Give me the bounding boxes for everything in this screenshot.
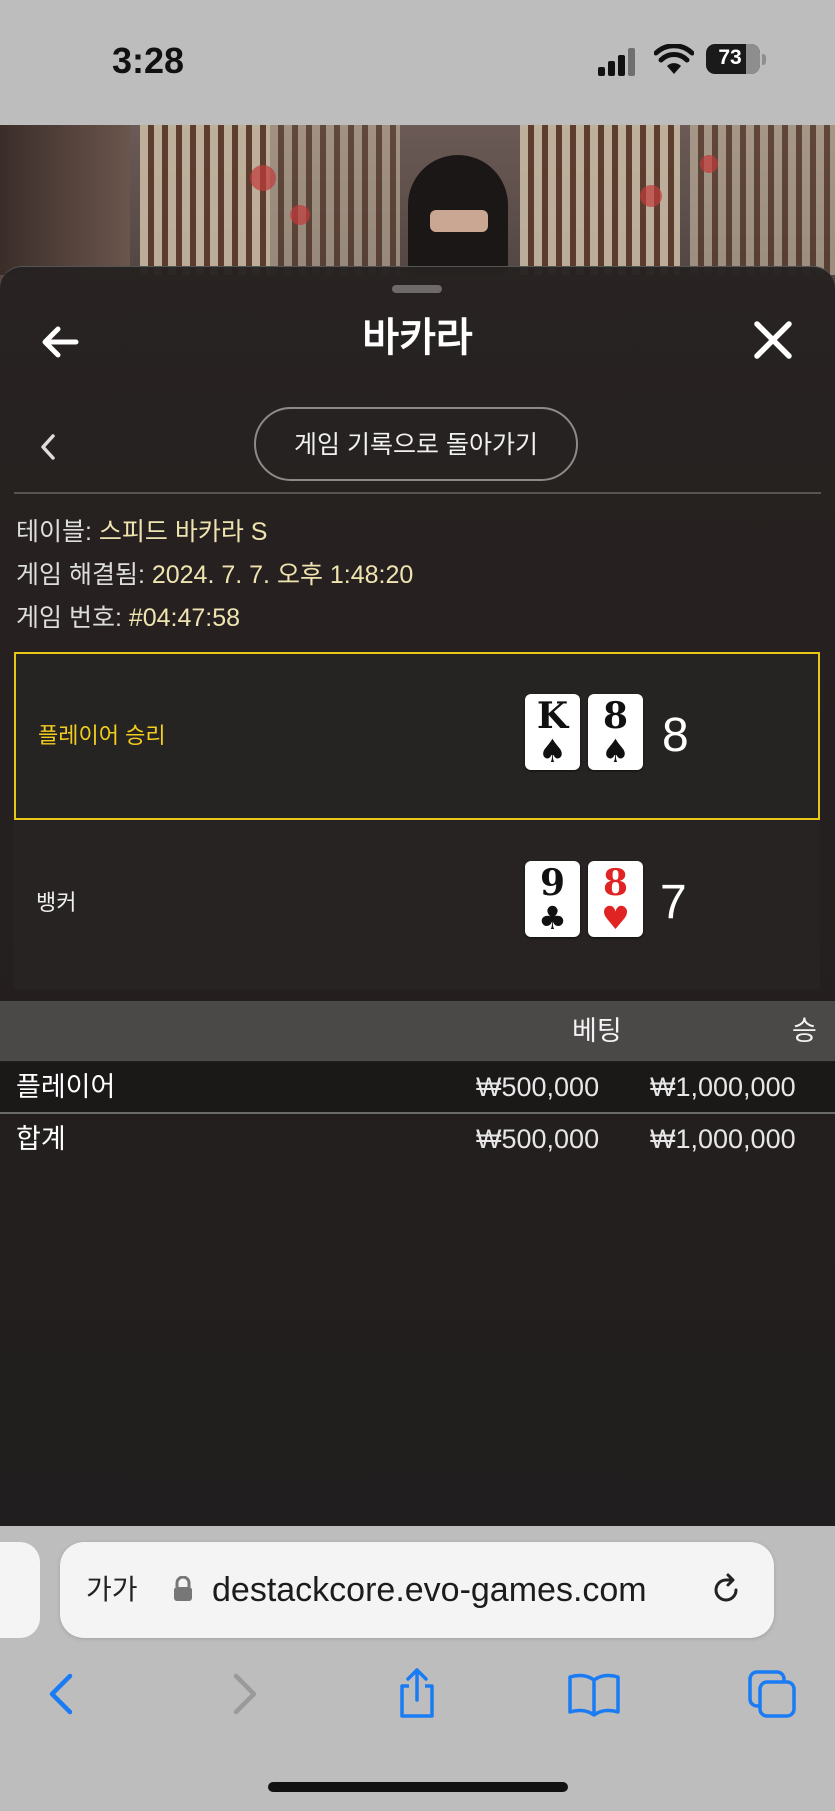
card-rank: 8 [602, 695, 629, 737]
chevron-left-icon[interactable] [34, 427, 62, 467]
banker-score: 7 [660, 876, 687, 929]
playing-card: 8 ♥ [588, 861, 643, 937]
lock-icon [174, 1576, 192, 1601]
home-indicator[interactable] [268, 1782, 568, 1792]
heart-icon: ♥ [601, 899, 630, 937]
bet-amount: ₩500,000 [476, 1124, 600, 1154]
banker-result-row: 뱅커 9 ♣ 8 ♥ 7 [14, 821, 820, 989]
tabs-icon[interactable] [744, 1666, 800, 1722]
player-result-row: 플레이어 승리 K ♠ 8 ♠ 8 [14, 652, 820, 820]
close-icon[interactable] [748, 315, 798, 365]
wifi-icon [654, 44, 694, 74]
battery-percent: 73 [718, 46, 742, 69]
spade-icon: ♠ [601, 732, 630, 770]
reload-icon[interactable] [708, 1572, 744, 1608]
total-label: 합계 [16, 1124, 66, 1154]
bets-table-header: 베팅 승 [0, 1001, 835, 1061]
playing-card: 8 ♠ [588, 694, 643, 770]
player-win-label: 플레이어 승리 [38, 723, 166, 748]
playing-card: 9 ♣ [525, 861, 580, 937]
info-value: 2024. 7. 7. 오후 1:48:20 [151, 561, 414, 589]
previous-tab-stub[interactable] [0, 1542, 40, 1638]
browser-chrome: 가가 destackcore.evo-games.com [0, 1526, 835, 1811]
win-amount: ₩1,000,000 [650, 1072, 796, 1102]
game-detail-sheet: 바카라 게임 기록으로 돌아가기 테이블: 스피드 바카라 S 게임 해결됨: … [0, 266, 835, 1527]
win-amount: ₩1,000,000 [650, 1124, 796, 1154]
back-to-history-button[interactable]: 게임 기록으로 돌아가기 [254, 407, 578, 481]
address-bar[interactable]: 가가 destackcore.evo-games.com [60, 1542, 774, 1638]
resolved-time-info: 게임 해결됨: 2024. 7. 7. 오후 1:48:20 [16, 555, 413, 591]
forward-icon[interactable] [214, 1666, 270, 1722]
banker-label: 뱅커 [36, 890, 77, 915]
table-row: 플레이어 ₩500,000 ₩1,000,000 [0, 1062, 835, 1114]
clock: 3:28 [112, 40, 185, 81]
back-icon[interactable] [36, 1666, 92, 1722]
bet-amount: ₩500,000 [476, 1072, 600, 1102]
game-number-info: 게임 번호: #04:47:58 [16, 598, 240, 634]
bookmarks-icon[interactable] [566, 1666, 622, 1722]
bet-name: 플레이어 [16, 1072, 116, 1102]
table-row-total: 합계 ₩500,000 ₩1,000,000 [0, 1114, 835, 1164]
share-icon[interactable] [389, 1666, 445, 1722]
info-label: 게임 해결됨: [16, 561, 152, 589]
spade-icon: ♠ [538, 732, 567, 770]
page-title: 바카라 [362, 316, 473, 360]
bet-column-header: 베팅 [572, 1016, 622, 1046]
status-bar: 3:28 73 [0, 0, 835, 125]
info-label: 테이블: [16, 518, 99, 546]
info-value: 스피드 바카라 S [98, 518, 268, 546]
sheet-grabber[interactable] [392, 285, 442, 293]
info-label: 게임 번호: [16, 604, 129, 632]
card-rank: 9 [539, 862, 566, 904]
club-icon: ♣ [538, 899, 567, 937]
card-rank: K [536, 695, 569, 737]
cellular-signal-icon [598, 46, 638, 76]
playing-card: K ♠ [525, 694, 580, 770]
card-rank: 8 [602, 862, 629, 904]
divider [14, 492, 821, 494]
player-score: 8 [662, 709, 689, 762]
table-info: 테이블: 스피드 바카라 S [16, 512, 267, 548]
url-text[interactable]: destackcore.evo-games.com [212, 1542, 647, 1638]
win-column-header: 승 [792, 1016, 817, 1046]
battery-icon: 73 [706, 44, 760, 74]
info-value: #04:47:58 [128, 604, 241, 632]
text-size-button[interactable]: 가가 [86, 1542, 138, 1638]
